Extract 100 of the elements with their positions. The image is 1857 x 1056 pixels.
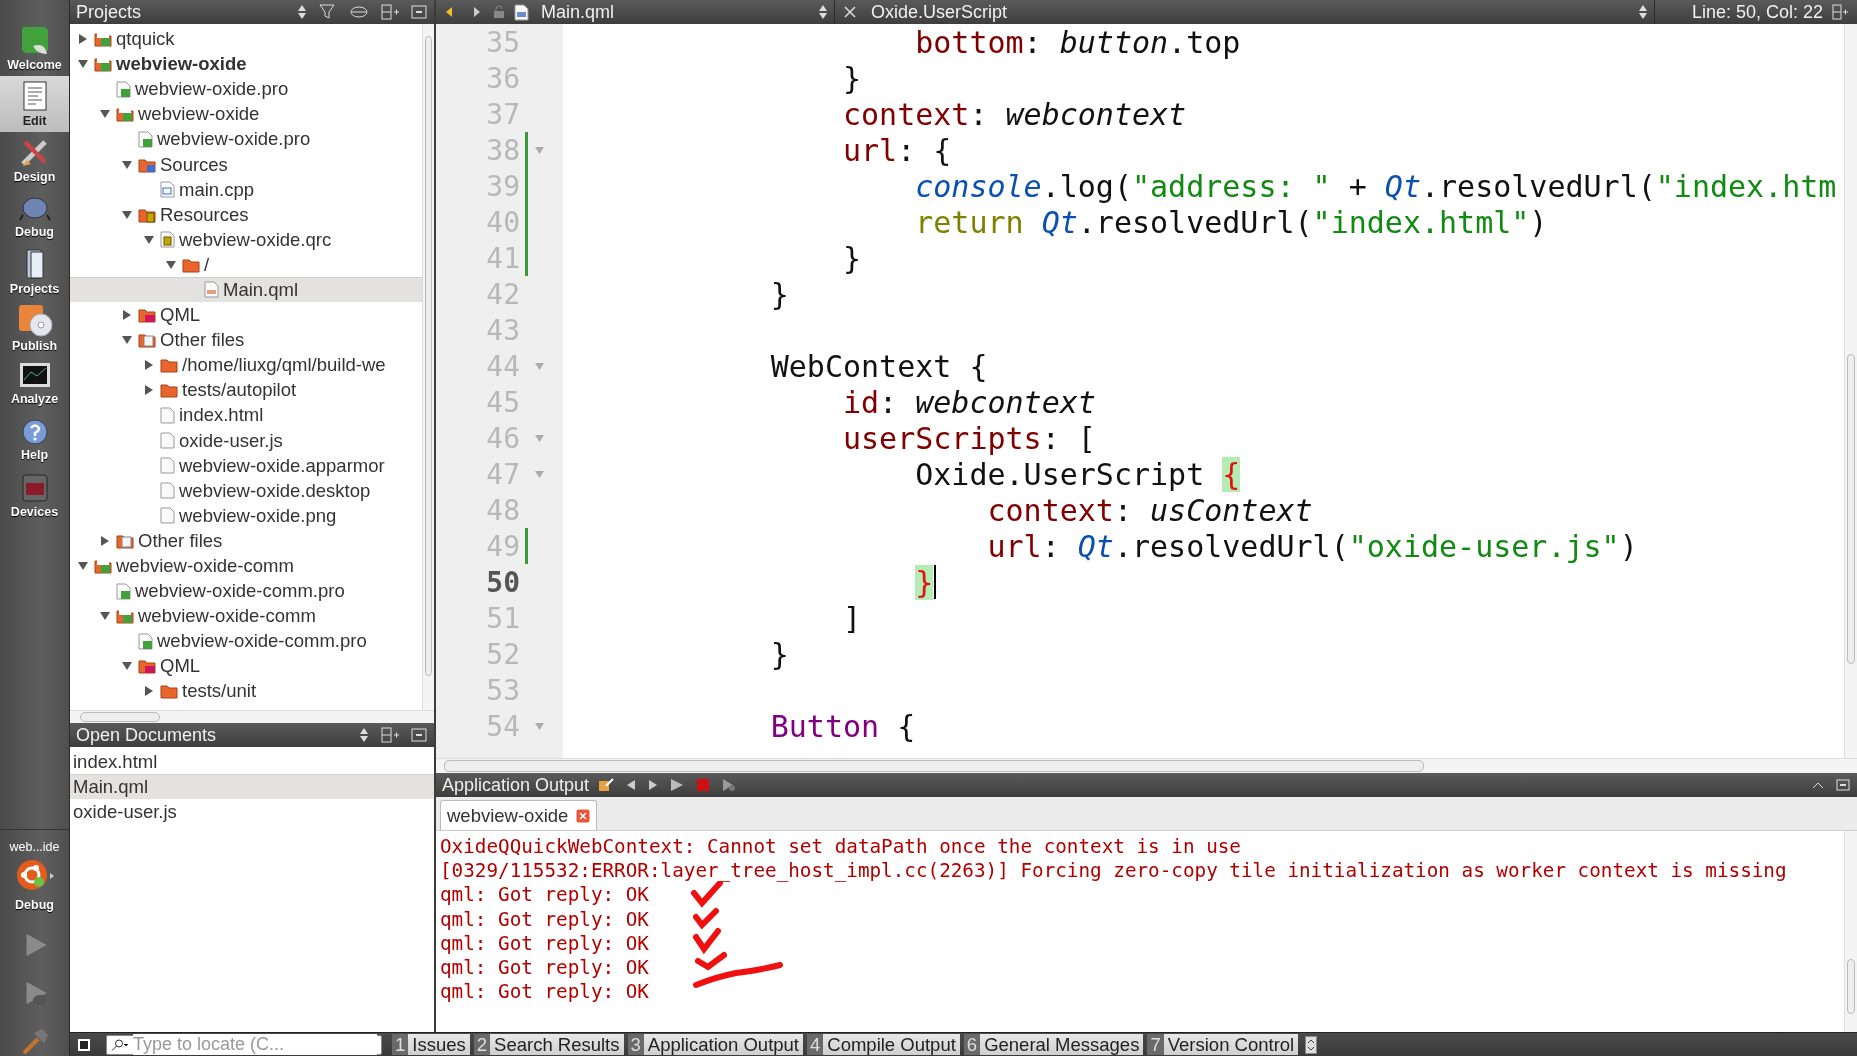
scrollbar[interactable] [70,710,434,723]
tree-item[interactable]: webview-oxide.desktop [70,477,422,503]
tree-item[interactable]: oxide-user.js [70,427,422,453]
tree-item[interactable]: webview-oxide-comm.pro [70,628,422,654]
expand-arrow-icon[interactable] [145,686,153,697]
split-icon[interactable] [378,4,402,20]
tree-item[interactable]: webview-oxide [70,51,422,77]
expand-arrow-icon[interactable] [123,310,131,321]
text-cursor [934,565,937,599]
mode-tab[interactable]: Devices [0,468,69,524]
output-line: [0329/115532:ERROR:layer_tree_host_impl.cc(2263)] Forcing zero-copy tile initialization as worker context is missing [440,859,1788,884]
mode-tab[interactable]: Publish [0,300,69,356]
output-line: qml: Got reply: OK [440,907,650,932]
tree-item[interactable]: index.html [70,402,422,428]
collapse-arrow-icon[interactable] [122,662,132,671]
tree-item[interactable]: /home/liuxg/qml/build-we [70,352,422,378]
scrollbar[interactable] [1844,24,1857,758]
tree-item[interactable]: webview-oxide.pro [70,126,422,152]
phone-icon [19,473,50,503]
tree-item[interactable]: Resources [70,201,422,227]
close-pane-icon[interactable] [1833,779,1853,791]
code-line: return Qt.resolvedUrl("index.html") [915,204,1548,240]
tree-item[interactable]: tests/autopilot [70,377,422,403]
mode-tab[interactable]: Help [0,412,69,468]
split-icon[interactable] [1829,4,1851,20]
project-file-icon [138,632,153,650]
tree-item[interactable]: Other files [70,327,422,353]
tree-item[interactable]: webview-oxide-comm [70,603,422,629]
collapse-arrow-icon[interactable] [100,612,110,621]
close-pane-icon[interactable] [408,728,430,742]
kit-name[interactable]: web...ide [9,840,60,854]
collapse-arrow-icon[interactable] [122,210,132,219]
collapse-arrow-icon[interactable] [122,160,132,169]
file-icon [160,457,175,475]
output-line: qml: Got reply: OK [440,883,650,908]
tree-item[interactable]: QML [70,653,422,679]
document-item[interactable]: oxide-user.js [70,799,434,824]
mode-tab[interactable]: Design [0,132,69,188]
help-icon [20,418,49,446]
mode-tab[interactable]: Analyze [0,356,69,412]
tree-item[interactable]: webview-oxide-comm [70,552,422,579]
tree-item[interactable]: qtquick [70,26,422,52]
code-line: context: webcontext [843,96,1187,132]
tree-item[interactable]: webview-oxide-comm.pro [70,578,422,604]
collapse-arrow-icon[interactable] [122,336,132,345]
scrollbar[interactable] [1844,831,1857,1032]
locator-field[interactable]: Type to locate (C... [106,1034,382,1055]
mode-tab[interactable]: Edit [0,76,69,132]
document-item[interactable]: Main.qml [70,774,434,799]
document-item[interactable]: index.html [70,749,434,774]
tree-item[interactable]: QML [70,302,422,328]
tree-item[interactable]: webview-oxide.apparmor [70,452,422,478]
code-line: console.log("address: " + Qt.resolvedUrl("index.htm [915,168,1837,204]
tree-item[interactable]: webview-oxide [70,101,422,127]
collapse-arrow-icon[interactable] [144,235,154,244]
tree-item[interactable]: Other files [70,527,422,553]
mode-tab[interactable]: Welcome [0,20,69,76]
output-tab[interactable]: webview-oxide [440,800,598,830]
code-line: userScripts: [ [843,420,1096,456]
expand-arrow-icon[interactable] [145,385,153,396]
updown-arrows-icon [818,4,828,20]
build-config-label: Debug [15,898,54,912]
resources-folder-icon [138,206,156,223]
code-line: Oxide.UserScript { [915,456,1241,492]
folder-icon [160,382,178,399]
expand-arrow-icon[interactable] [101,535,109,546]
mode-tab[interactable]: Debug [0,188,69,244]
files-folder-icon [138,332,156,349]
tree-item[interactable]: / [70,251,422,277]
qml-folder-icon [138,307,156,324]
output-line: qml: Got reply: OK [440,980,650,1005]
scrollbar[interactable] [422,24,434,710]
tree-item[interactable]: Sources [70,151,422,177]
tree-item[interactable]: webview-oxide.pro [70,76,422,102]
collapse-arrow-icon[interactable] [100,110,110,119]
split-icon[interactable] [378,727,402,743]
tree-item[interactable]: Main.qml [70,276,422,303]
qml-folder-icon [138,658,156,675]
project-folder-icon [94,56,112,73]
cursor-position: Line: 50, Col: 22 [1691,1,1823,23]
tree-item[interactable]: tests/unit [70,678,422,704]
panel-title: Projects [76,1,143,23]
output-line: qml: Got reply: OK [440,931,650,956]
collapse-arrow-icon[interactable] [78,60,88,69]
expand-arrow-icon[interactable] [145,360,153,371]
updown-arrows-icon [1638,4,1648,20]
tree-item[interactable]: main.cpp [70,176,422,202]
collapse-arrow-icon[interactable] [166,260,176,269]
close-icon[interactable] [841,6,859,18]
scrollbar[interactable] [436,758,1857,773]
expand-arrow-icon[interactable] [79,34,87,45]
collapse-arrow-icon[interactable] [78,562,88,570]
close-pane-icon[interactable] [408,5,430,19]
code-line: } [770,636,789,672]
resource-file-icon [160,231,175,249]
tree-item[interactable]: webview-oxide.png [70,502,422,528]
files-folder-icon [116,532,134,549]
mode-tab[interactable]: Projects [0,244,69,300]
close-icon[interactable] [576,808,591,823]
tree-item[interactable]: webview-oxide.qrc [70,226,422,252]
